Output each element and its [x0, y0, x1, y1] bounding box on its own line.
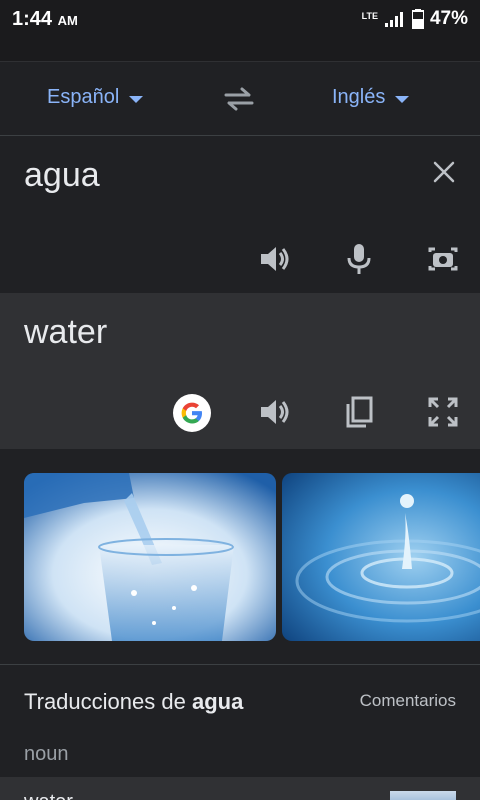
listen-translation-button[interactable] — [255, 392, 295, 432]
image-results — [0, 449, 480, 665]
source-language-selector[interactable]: Español — [47, 86, 144, 109]
chevron-down-icon — [129, 95, 144, 103]
camera-icon — [428, 247, 458, 271]
swap-icon — [224, 87, 254, 111]
translation-thumbnail — [390, 791, 456, 800]
water-drop-image — [282, 473, 480, 641]
source-language-label: Español — [47, 86, 120, 108]
clear-button[interactable] — [424, 152, 464, 192]
google-search-button[interactable] — [172, 393, 212, 433]
chevron-down-icon — [395, 95, 410, 103]
translation-output-area: water — [0, 293, 480, 449]
feedback-link[interactable]: Comentarios — [360, 691, 456, 711]
fullscreen-button[interactable] — [423, 392, 463, 432]
google-logo-icon — [173, 394, 211, 432]
signal-icon — [384, 12, 403, 27]
language-bar: Español Inglés — [0, 62, 480, 136]
status-time-ampm: AM — [57, 13, 78, 28]
voice-input-button[interactable] — [339, 239, 379, 279]
status-time-value: 1:44 — [12, 8, 53, 30]
battery-icon — [411, 9, 424, 29]
translations-title: Traducciones de agua — [24, 689, 243, 715]
network-label: LTE — [361, 11, 378, 21]
status-right: LTE 47% — [362, 8, 468, 30]
close-icon — [433, 161, 455, 183]
source-text[interactable]: agua — [24, 156, 100, 195]
translated-text: water — [24, 313, 108, 351]
part-of-speech: noun — [24, 743, 69, 765]
status-bar: 1:44 AM LTE 47% — [0, 0, 480, 40]
translations-section: Traducciones de agua Comentarios noun wa… — [0, 665, 480, 800]
translations-title-word: agua — [191, 689, 244, 714]
source-input-area[interactable]: agua — [0, 136, 480, 293]
speaker-icon — [261, 400, 289, 424]
water-glass-image — [24, 473, 276, 641]
fullscreen-icon — [428, 397, 458, 427]
camera-input-button[interactable] — [423, 239, 463, 279]
copy-icon — [346, 396, 373, 428]
target-language-label: Inglés — [332, 86, 386, 108]
microphone-icon — [347, 244, 371, 274]
listen-source-button[interactable] — [255, 239, 295, 279]
swap-languages-button[interactable] — [222, 84, 256, 119]
copy-button[interactable] — [339, 392, 379, 432]
translation-word: water — [24, 791, 73, 800]
app-bar — [0, 40, 480, 62]
translations-title-prefix: Traducciones de — [24, 689, 192, 714]
image-result[interactable] — [282, 473, 480, 641]
status-time: 1:44 AM — [12, 8, 78, 31]
battery-percent: 47% — [429, 8, 468, 29]
target-language-selector[interactable]: Inglés — [332, 86, 410, 109]
translation-row[interactable]: water — [0, 777, 480, 800]
speaker-icon — [261, 247, 289, 271]
image-result[interactable] — [24, 473, 276, 641]
